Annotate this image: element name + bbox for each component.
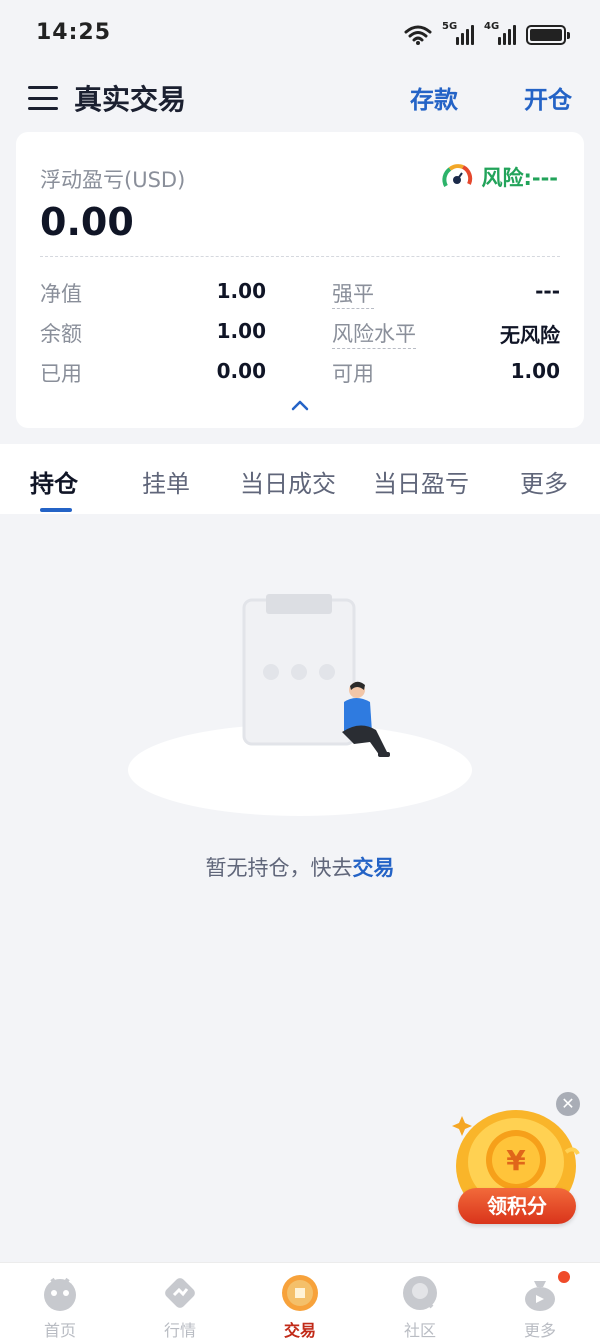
claim-points-button[interactable]: 领积分 — [458, 1188, 576, 1224]
risk-level-value: 无风险 — [500, 323, 560, 347]
empty-state-text: 暂无持仓，快去 — [205, 856, 353, 880]
nav-community[interactable]: 社区 — [380, 1269, 460, 1341]
risk-gauge-icon — [442, 164, 473, 187]
tab-today-pnl[interactable]: 当日盈亏 — [373, 464, 469, 499]
account-summary-card: 浮动盈亏(USD) 0.00 风险:--- 净值 1.00 强平 --- 余额 … — [16, 132, 584, 428]
nav-trade-label: 交易 — [283, 1321, 316, 1340]
nav-more-label: 更多 — [523, 1321, 556, 1340]
nav-home[interactable]: 首页 — [20, 1269, 100, 1341]
empty-state-message: 暂无持仓，快去交易 — [0, 852, 600, 882]
nav-market-label: 行情 — [163, 1321, 196, 1340]
app-header: 真实交易 存款 开仓 — [0, 70, 600, 128]
bottom-nav: 首页 行情 交易 社区 更多 — [0, 1262, 600, 1342]
position-tabs: 持仓 挂单 当日成交 当日盈亏 更多 — [0, 444, 600, 514]
page-title: 真实交易 — [74, 83, 187, 116]
nav-trade[interactable]: 交易 — [260, 1269, 340, 1341]
used-margin-label: 已用 — [40, 362, 82, 386]
empty-positions-illustration — [128, 594, 472, 816]
go-trade-link[interactable]: 交易 — [353, 856, 395, 880]
risk-indicator[interactable]: 风险:--- — [441, 162, 558, 192]
active-tab-indicator — [40, 508, 72, 512]
menu-icon[interactable] — [28, 86, 58, 110]
tab-positions[interactable]: 持仓 — [30, 464, 78, 499]
equity-label: 净值 — [40, 282, 82, 306]
nav-market[interactable]: 行情 — [140, 1269, 220, 1341]
trade-coin-icon — [282, 1275, 318, 1311]
market-icon — [165, 1278, 195, 1308]
tab-today-deals[interactable]: 当日成交 — [240, 464, 336, 499]
available-label: 可用 — [332, 362, 374, 386]
forced-liquidation-value: --- — [535, 279, 560, 303]
wifi-icon — [404, 25, 432, 45]
used-margin-value: 0.00 — [216, 359, 266, 383]
signal-5g-label: 5G — [442, 21, 458, 32]
nav-home-label: 首页 — [43, 1321, 76, 1340]
open-position-button[interactable]: 开仓 — [524, 80, 572, 115]
risk-level-label[interactable]: 风险水平 — [332, 322, 416, 349]
deposit-button[interactable]: 存款 — [410, 80, 458, 115]
balance-value: 1.00 — [216, 319, 266, 343]
risk-label: 风险:--- — [481, 166, 558, 190]
tab-more[interactable]: 更多 — [520, 464, 568, 499]
floating-pnl-value: 0.00 — [40, 200, 134, 244]
home-mascot-icon — [44, 1277, 76, 1311]
status-time: 14:25 — [36, 20, 112, 45]
equity-value: 1.00 — [216, 279, 266, 303]
balance-label: 余额 — [40, 322, 82, 346]
floating-pnl-label: 浮动盈亏(USD) — [40, 168, 186, 192]
signal-5g-icon: 5G — [442, 21, 474, 45]
chevron-up-icon[interactable] — [290, 398, 310, 412]
status-icons: 5G 4G — [404, 21, 570, 48]
battery-icon — [526, 25, 570, 45]
signal-4g-icon: 4G — [484, 21, 516, 45]
status-bar: 14:25 5G 4G — [0, 0, 600, 70]
available-value: 1.00 — [510, 359, 560, 383]
community-icon — [403, 1276, 437, 1310]
nav-community-label: 社区 — [403, 1321, 436, 1340]
nav-more[interactable]: 更多 — [500, 1269, 580, 1341]
reward-coin-symbol: ¥ — [506, 1144, 526, 1177]
tab-pending-orders[interactable]: 挂单 — [142, 464, 190, 499]
forced-liquidation-label[interactable]: 强平 — [332, 282, 374, 309]
notification-badge — [558, 1271, 570, 1283]
card-divider — [40, 256, 560, 257]
signal-4g-label: 4G — [484, 21, 500, 32]
more-bag-icon — [525, 1281, 555, 1311]
